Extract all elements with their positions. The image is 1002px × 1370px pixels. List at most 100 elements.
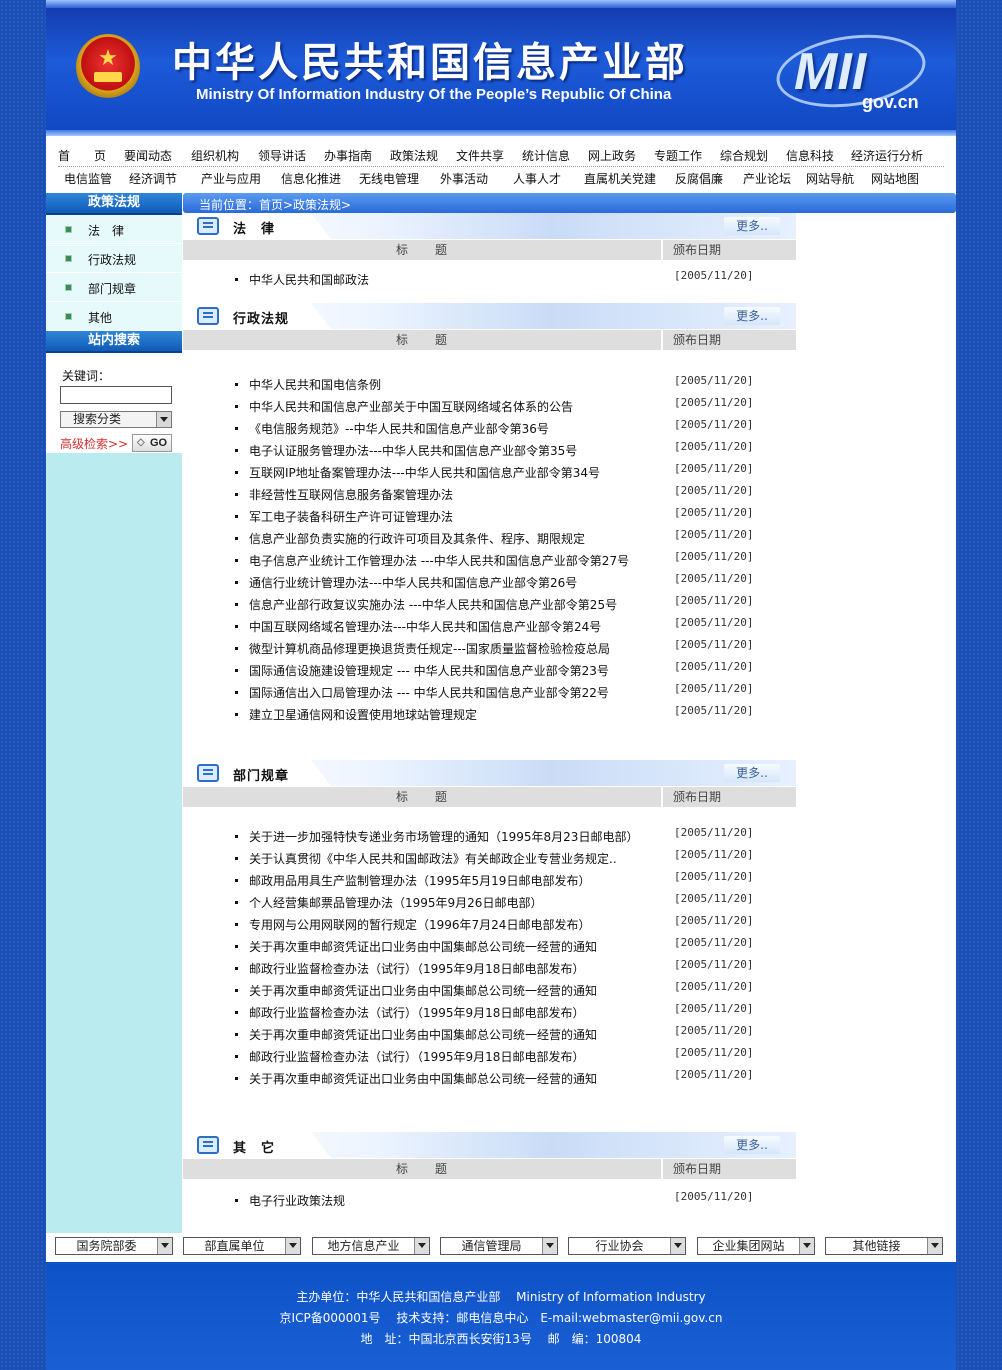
list-item[interactable]: 邮政行业监督检查办法（试行）（1995年9月18日邮电部发布） [2005/11/… [183,1001,796,1023]
nav-personnel[interactable]: 人事人才 [498,170,576,187]
list-item-title[interactable]: 关于进一步加强特快专递业务市场管理的通知（1995年8月23日邮电部） [249,828,638,845]
nav-egov[interactable]: 网上政务 [574,147,650,164]
list-item-title[interactable]: 个人经营集邮票品管理办法（1995年9月26日邮电部） [249,894,542,911]
list-item[interactable]: 电子行业政策法规 [2005/11/20] [183,1189,796,1211]
link-select-local-info-industry[interactable]: 地方信息产业 [312,1237,430,1255]
nav-home[interactable]: 首 页 [58,147,106,164]
list-item[interactable]: 专用网与公用网联网的暂行规定（1996年7月24日邮电部发布） [2005/11/… [183,913,796,935]
nav-speeches[interactable]: 领导讲话 [254,147,310,164]
list-item-title[interactable]: 信息产业部行政复议实施办法 ---中华人民共和国信息产业部令第25号 [249,596,617,613]
nav-foreign-affairs[interactable]: 外事活动 [430,170,498,187]
nav-informatization[interactable]: 信息化推进 [274,170,348,187]
nav-sitenav[interactable]: 网站导航 [800,170,860,187]
list-item[interactable]: 中华人民共和国电信条例 [2005/11/20] [183,373,796,395]
nav-telecom-regulation[interactable]: 电信监管 [58,170,118,187]
list-item[interactable]: 《电信服务规范》--中华人民共和国信息产业部令第36号 [2005/11/20] [183,417,796,439]
list-item-title[interactable]: 中华人民共和国邮政法 [249,271,369,288]
sidebar-item-other[interactable]: 其他 [46,302,182,331]
list-item[interactable]: 关于再次重申邮资凭证出口业务由中国集邮总公司统一经营的通知 [2005/11/20… [183,1067,796,1089]
nav-policy[interactable]: 政策法规 [386,147,442,164]
nav-statistics[interactable]: 统计信息 [518,147,574,164]
list-item[interactable]: 通信行业统计管理办法---中华人民共和国信息产业部令第26号 [2005/11/2… [183,571,796,593]
list-item-title[interactable]: 中华人民共和国电信条例 [249,376,381,393]
list-item-title[interactable]: 建立卫星通信网和设置使用地球站管理规定 [249,706,477,723]
list-item[interactable]: 关于再次重申邮资凭证出口业务由中国集邮总公司统一经营的通知 [2005/11/20… [183,979,796,1001]
list-item[interactable]: 信息产业部行政复议实施办法 ---中华人民共和国信息产业部令第25号 [2005/… [183,593,796,615]
more-link[interactable]: 更多.. [724,217,780,235]
sidebar-item-law[interactable]: 法 律 [46,215,182,244]
list-item[interactable]: 微型计算机商品修理更换退货责任规定---国家质量监督检验检疫总局 [2005/11… [183,637,796,659]
nav-sitemap[interactable]: 网站地图 [860,170,930,187]
nav-forum[interactable]: 产业论坛 [734,170,800,187]
list-item-title[interactable]: 邮政行业监督检查办法（试行）（1995年9月18日邮电部发布） [249,960,584,977]
more-link[interactable]: 更多.. [724,307,780,325]
nav-guide[interactable]: 办事指南 [310,147,386,164]
list-item[interactable]: 信息产业部负责实施的行政许可项目及其条件、程序、期限规定 [2005/11/20] [183,527,796,549]
list-item[interactable]: 关于进一步加强特快专递业务市场管理的通知（1995年8月23日邮电部） [2005… [183,825,796,847]
link-select-enterprise-groups[interactable]: 企业集团网站 [697,1237,815,1255]
list-item-title[interactable]: 关于认真贯彻《中华人民共和国邮政法》有关邮政企业专营业务规定.. [249,850,617,867]
list-item[interactable]: 中华人民共和国邮政法 [2005/11/20] [183,268,796,290]
list-item-title[interactable]: 国际通信出入口局管理办法 --- 中华人民共和国信息产业部令第22号 [249,684,609,701]
nav-radio[interactable]: 无线电管理 [348,170,430,187]
list-item-title[interactable]: 电子信息产业统计工作管理办法 ---中华人民共和国信息产业部令第27号 [249,552,629,569]
list-item[interactable]: 军工电子装备科研生产许可证管理办法 [2005/11/20] [183,505,796,527]
nav-anticorruption[interactable]: 反腐倡廉 [664,170,734,187]
list-item-title[interactable]: 电子认证服务管理办法---中华人民共和国信息产业部令第35号 [249,442,577,459]
nav-organization[interactable]: 组织机构 [176,147,254,164]
list-item-title[interactable]: 互联网IP地址备案管理办法---中华人民共和国信息产业部令第34号 [249,464,600,481]
link-select-affiliated-units[interactable]: 部直属单位 [183,1237,301,1255]
link-select-comm-admin[interactable]: 通信管理局 [440,1237,558,1255]
list-item[interactable]: 邮政行业监督检查办法（试行）（1995年9月18日邮电部发布） [2005/11/… [183,957,796,979]
nav-news[interactable]: 要闻动态 [120,147,176,164]
list-item-title[interactable]: 非经营性互联网信息服务备案管理办法 [249,486,453,503]
list-item[interactable]: 关于再次重申邮资凭证出口业务由中国集邮总公司统一经营的通知 [2005/11/20… [183,935,796,957]
list-item-title[interactable]: 邮政行业监督检查办法（试行）（1995年9月18日邮电部发布） [249,1048,584,1065]
list-item-title[interactable]: 信息产业部负责实施的行政许可项目及其条件、程序、期限规定 [249,530,585,547]
sidebar-item-dept-rules[interactable]: 部门规章 [46,273,182,302]
list-item-title[interactable]: 关于再次重申邮资凭证出口业务由中国集邮总公司统一经营的通知 [249,938,597,955]
list-item-title[interactable]: 中华人民共和国信息产业部关于中国互联网络域名体系的公告 [249,398,573,415]
go-button[interactable]: GO [132,434,172,452]
nav-party[interactable]: 直属机关党建 [576,170,664,187]
link-select-associations[interactable]: 行业协会 [568,1237,686,1255]
list-item-title[interactable]: 中国互联网络域名管理办法---中华人民共和国信息产业部令第24号 [249,618,601,635]
list-item[interactable]: 中华人民共和国信息产业部关于中国互联网络域名体系的公告 [2005/11/20] [183,395,796,417]
list-item-title[interactable]: 关于再次重申邮资凭证出口业务由中国集邮总公司统一经营的通知 [249,1026,597,1043]
search-category-select[interactable]: 搜索分类 [60,411,172,428]
nav-files[interactable]: 文件共享 [442,147,518,164]
link-select-other-links[interactable]: 其他链接 [825,1237,943,1255]
list-item-title[interactable]: 专用网与公用网联网的暂行规定（1996年7月24日邮电部发布） [249,916,590,933]
list-item[interactable]: 关于再次重申邮资凭证出口业务由中国集邮总公司统一经营的通知 [2005/11/20… [183,1023,796,1045]
list-item[interactable]: 关于认真贯彻《中华人民共和国邮政法》有关邮政企业专营业务规定.. [2005/11… [183,847,796,869]
more-link[interactable]: 更多.. [724,764,780,782]
list-item-title[interactable]: 关于再次重申邮资凭证出口业务由中国集邮总公司统一经营的通知 [249,982,597,999]
list-item[interactable]: 邮政用品用具生产监制管理办法（1995年5月19日邮电部发布） [2005/11/… [183,869,796,891]
sidebar-item-admin-regulations[interactable]: 行政法规 [46,244,182,273]
keyword-input[interactable] [60,386,172,404]
list-item-title[interactable]: 《电信服务规范》--中华人民共和国信息产业部令第36号 [249,420,549,437]
advanced-search-link[interactable]: 高级检索>> [60,435,128,452]
list-item[interactable]: 电子信息产业统计工作管理办法 ---中华人民共和国信息产业部令第27号 [2005… [183,549,796,571]
nav-industry-application[interactable]: 产业与应用 [188,170,274,187]
list-item-title[interactable]: 国际通信设施建设管理规定 --- 中华人民共和国信息产业部令第23号 [249,662,609,679]
link-select-state-council[interactable]: 国务院部委 [55,1237,173,1255]
list-item[interactable]: 互联网IP地址备案管理办法---中华人民共和国信息产业部令第34号 [2005/1… [183,461,796,483]
nav-topics[interactable]: 专题工作 [650,147,706,164]
list-item-title[interactable]: 邮政行业监督检查办法（试行）（1995年9月18日邮电部发布） [249,1004,584,1021]
list-item-title[interactable]: 邮政用品用具生产监制管理办法（1995年5月19日邮电部发布） [249,872,590,889]
list-item-title[interactable]: 微型计算机商品修理更换退货责任规定---国家质量监督检验检疫总局 [249,640,610,657]
list-item-title[interactable]: 关于再次重申邮资凭证出口业务由中国集邮总公司统一经营的通知 [249,1070,597,1087]
nav-economic-regulation[interactable]: 经济调节 [118,170,188,187]
nav-planning[interactable]: 综合规划 [706,147,782,164]
list-item[interactable]: 中国互联网络域名管理办法---中华人民共和国信息产业部令第24号 [2005/11… [183,615,796,637]
more-link[interactable]: 更多.. [724,1136,780,1154]
list-item-title[interactable]: 通信行业统计管理办法---中华人民共和国信息产业部令第26号 [249,574,577,591]
nav-science[interactable]: 信息科技 [782,147,838,164]
list-item-title[interactable]: 电子行业政策法规 [249,1192,345,1209]
nav-economy-analysis[interactable]: 经济运行分析 [838,147,936,164]
list-item-title[interactable]: 军工电子装备科研生产许可证管理办法 [249,508,453,525]
list-item[interactable]: 非经营性互联网信息服务备案管理办法 [2005/11/20] [183,483,796,505]
list-item[interactable]: 邮政行业监督检查办法（试行）（1995年9月18日邮电部发布） [2005/11/… [183,1045,796,1067]
list-item[interactable]: 国际通信设施建设管理规定 --- 中华人民共和国信息产业部令第23号 [2005/… [183,659,796,681]
